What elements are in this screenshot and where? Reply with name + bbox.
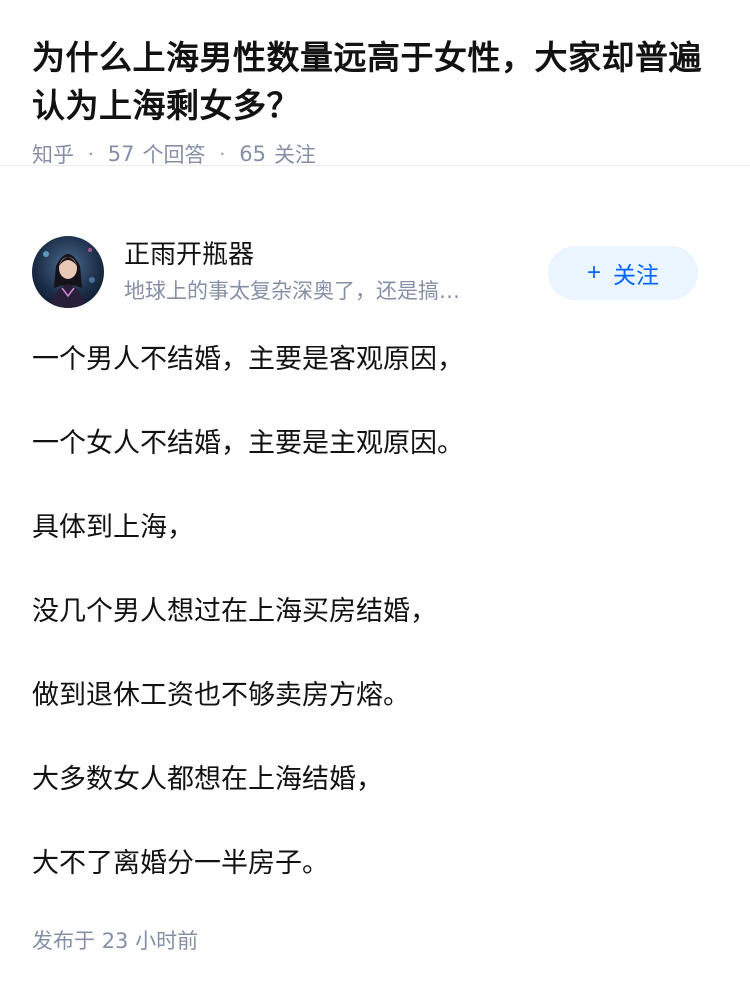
meta-separator: · (88, 143, 94, 165)
answer-count-label: 个回答 (142, 143, 206, 167)
answer-paragraph: 具体到上海， (32, 512, 194, 543)
meta-separator: · (219, 143, 226, 165)
follow-count: 65 (239, 142, 266, 166)
follow-button-label: 关注 (613, 262, 659, 288)
follow-count-label: 关注 (273, 143, 316, 167)
published-time: 23 小时前 (101, 929, 199, 953)
published-label: 发布于 (32, 929, 95, 953)
answer-paragraph: 没几个男人想过在上海买房结婚， (32, 596, 437, 627)
plus-icon: + (586, 259, 601, 286)
answer-paragraph: 做到退休工资也不够卖房方熔。 (32, 680, 410, 711)
answer-paragraph: 一个女人不结婚，主要是主观原因。 (32, 428, 464, 459)
avatar[interactable] (32, 236, 104, 308)
author-card: 正雨开瓶器 地球上的事太复杂深奥了，还是搞… + 关注 (0, 166, 750, 308)
question-header: 为什么上海男性数量远高于女性，大家却普遍认为上海剩女多？ 知乎 · 57 个回答… (0, 0, 750, 167)
answer-paragraph: 大多数女人都想在上海结婚， (32, 764, 383, 795)
question-title[interactable]: 为什么上海男性数量远高于女性，大家却普遍认为上海剩女多？ (32, 34, 718, 130)
follow-button[interactable]: + 关注 (548, 246, 698, 300)
answer-paragraph: 一个男人不结婚，主要是客观原因， (32, 344, 464, 375)
avatar-image (32, 236, 104, 308)
answer-paragraph: 大不了离婚分一半房子。 (32, 848, 329, 879)
answer-content: 一个男人不结婚，主要是客观原因， 一个女人不结婚，主要是主观原因。 具体到上海，… (32, 330, 722, 894)
answer-count: 57 (107, 142, 135, 166)
author-bio: 地球上的事太复杂深奥了，还是搞… (124, 279, 460, 303)
author-name[interactable]: 正雨开瓶器 (124, 238, 254, 272)
source-label: 知乎 (32, 143, 74, 167)
publish-info: 发布于 23 小时前 (32, 925, 198, 957)
